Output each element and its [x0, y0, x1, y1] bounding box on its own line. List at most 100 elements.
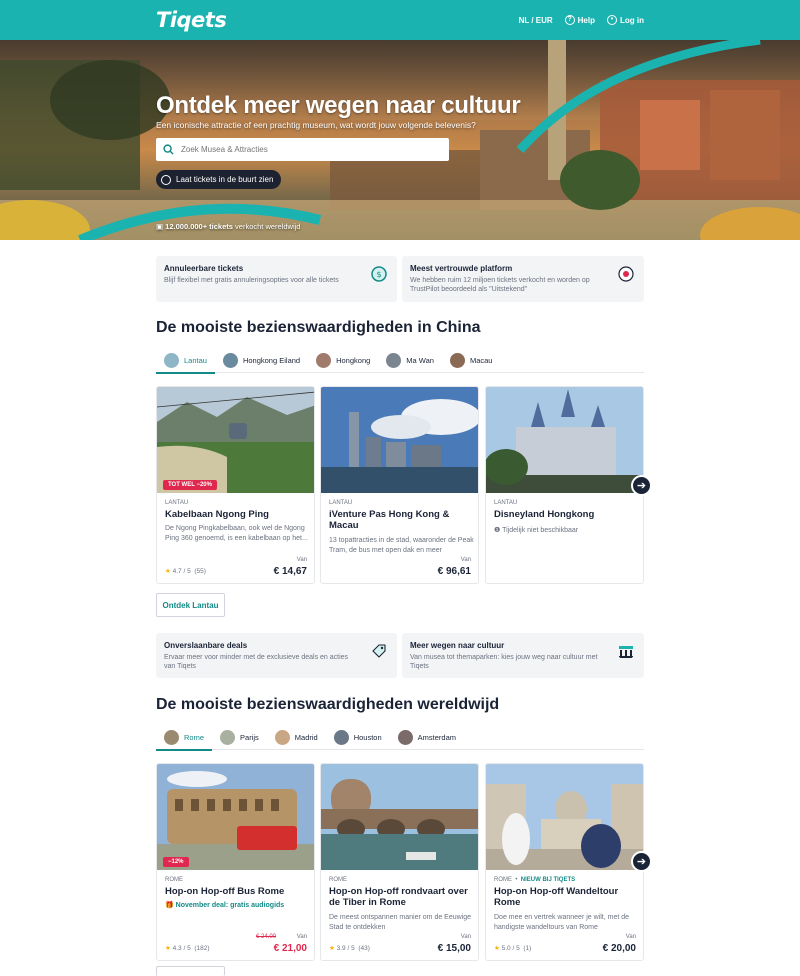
- explore-rome-button-partial[interactable]: [156, 966, 225, 976]
- tab-hongkong[interactable]: Hongkong: [308, 347, 378, 373]
- tab-label: Lantau: [184, 355, 207, 365]
- tab-lantau[interactable]: Lantau: [156, 347, 215, 374]
- product-price: € 20,00: [602, 943, 636, 954]
- product-card[interactable]: LANTAU iVenture Pas Hong Kong & Macau 13…: [320, 386, 479, 584]
- usp-culture: Meer wegen naar cultuur Van musea tot th…: [402, 633, 644, 678]
- unavailable-note: ❶ Tijdelijk niet beschikbaar: [494, 526, 639, 536]
- tab-label: Madrid: [294, 732, 318, 742]
- hero-subtitle: Een iconische attractie of een prachtig …: [156, 120, 476, 130]
- tab-ma-wan[interactable]: Ma Wan: [378, 347, 442, 373]
- price-from-label: Van: [296, 557, 307, 563]
- product-price: € 15,00: [437, 943, 471, 954]
- hongkong-thumb: [316, 352, 332, 368]
- deal-note: 🎁 November deal: gratis audiogids: [165, 901, 284, 909]
- review-count: (55): [194, 568, 206, 575]
- product-card[interactable]: ROME Hop-on Hop-off rondvaart over de Ti…: [320, 763, 479, 961]
- usp-desc: We hebben ruim 12 miljoen tickets verkoc…: [410, 277, 590, 293]
- tiqets-logo[interactable]: Tiqets: [156, 8, 227, 32]
- star-icon: ★: [165, 568, 171, 575]
- header-actions: NL / EUR ? Help • Log in: [519, 15, 644, 25]
- product-image: [321, 387, 478, 493]
- sold-suffix: verkocht wereldwijd: [235, 222, 301, 231]
- review-count: (1): [523, 945, 532, 952]
- tab-label: Ma Wan: [406, 355, 434, 365]
- svg-text:$: $: [376, 270, 381, 279]
- tag-icon: [372, 644, 386, 658]
- product-name: Disneyland Hongkong: [494, 509, 595, 520]
- china-city-tabs: Lantau Hongkong Eiland Hongkong Ma Wan M…: [156, 347, 644, 374]
- product-name: Hop-on Hop-off rondvaart over de Tiber i…: [329, 886, 468, 908]
- user-icon: •: [607, 15, 617, 25]
- price-from-label: Van: [625, 934, 636, 940]
- nearby-tickets-button[interactable]: Laat tickets in de buurt zien: [156, 170, 282, 189]
- carousel-next-button[interactable]: ➔: [631, 851, 652, 872]
- usp-desc: Blijf flexibel met gratis annuleringsopt…: [164, 277, 339, 284]
- product-price: € 21,00: [273, 943, 307, 954]
- tab-label: Rome: [184, 732, 205, 742]
- product-card[interactable]: LANTAU Disneyland Hongkong ❶ Tijdelijk n…: [485, 386, 644, 584]
- carousel-next-button[interactable]: ➔: [631, 475, 652, 496]
- product-price: € 14,67: [273, 566, 307, 577]
- product-description: Doe mee en vertrek wanneer je wilt, met …: [494, 914, 630, 931]
- language-currency-selector[interactable]: NL / EUR: [519, 16, 553, 25]
- location-icon: [161, 174, 171, 185]
- product-description: 13 topattracties in de stad, waaronder d…: [329, 537, 474, 554]
- tab-label: Amsterdam: [417, 732, 456, 742]
- parijs-thumb: [220, 729, 236, 745]
- help-icon: ?: [564, 15, 575, 25]
- product-location: LANTAU: [165, 500, 189, 506]
- tab-label: Hongkong: [336, 355, 371, 365]
- usp-cancellable: Annuleerbare tickets Blijf flexibel met …: [156, 256, 397, 302]
- search-input[interactable]: [181, 145, 421, 154]
- help-label: Help: [577, 15, 595, 25]
- tab-label: Macau: [469, 355, 493, 365]
- deal-label: November deal: gratis audiogids: [175, 902, 285, 909]
- product-card[interactable]: ROME • NIEUW BIJ TIQETS Hop-on Hop-off W…: [485, 763, 644, 961]
- tab-amsterdam[interactable]: Amsterdam: [390, 724, 464, 750]
- museum-icon: [619, 646, 633, 658]
- tab-madrid[interactable]: Madrid: [267, 724, 326, 750]
- rome-thumb: [164, 729, 179, 745]
- lantau-thumb: [164, 352, 179, 368]
- info-icon: ❶: [494, 527, 501, 534]
- rating-value: 4.7 / 5: [172, 568, 191, 575]
- tab-label: Houston: [353, 732, 382, 742]
- tab-hongkong-eiland[interactable]: Hongkong Eiland: [215, 347, 308, 373]
- unavailable-label: Tijdelijk niet beschikbaar: [502, 527, 579, 534]
- tab-macau[interactable]: Macau: [442, 347, 501, 373]
- product-rating: ★ 5.0 / 5 (1): [494, 944, 531, 952]
- amsterdam-thumb: [397, 729, 413, 745]
- tab-rome[interactable]: Rome: [156, 724, 213, 751]
- product-rating: ★ 4.3 / 5 (182): [165, 944, 210, 952]
- arrow-right-icon: ➔: [636, 856, 647, 868]
- houston-thumb: [333, 729, 349, 745]
- product-location-row: ROME • NIEUW BIJ TIQETS: [494, 877, 576, 883]
- explore-lantau-button[interactable]: Ontdek Lantau: [156, 593, 225, 617]
- star-icon: ★: [165, 945, 171, 952]
- tab-parijs[interactable]: Parijs: [212, 724, 267, 750]
- product-location: ROME: [329, 877, 347, 883]
- review-count: (182): [194, 945, 210, 952]
- usp-desc: Ervaar meer voor minder met de exclusiev…: [164, 654, 349, 670]
- product-location: ROME: [165, 877, 183, 883]
- rating-value: 3.9 / 5: [336, 945, 355, 952]
- review-count: (43): [358, 945, 370, 952]
- product-card[interactable]: −12% ROME Hop-on Hop-off Bus Rome 🎁 Nove…: [156, 763, 315, 961]
- tickets-sold-text: ▣ 12.000.000+ tickets verkocht wereldwij…: [156, 222, 301, 231]
- product-card[interactable]: TOT WEL −20% LANTAU Kabelbaan Ngong Ping…: [156, 386, 315, 584]
- price-from-label: Van: [460, 934, 471, 940]
- usp-title: Annuleerbare tickets: [164, 264, 244, 273]
- product-location: LANTAU: [329, 500, 353, 506]
- world-section-heading: De mooiste bezienswaardigheden wereldwij…: [156, 696, 500, 713]
- help-link[interactable]: ? Help: [564, 15, 595, 25]
- product-description: De meest ontspannen manier om de Eeuwige…: [329, 914, 472, 931]
- tab-houston[interactable]: Houston: [326, 724, 390, 750]
- world-city-tabs: Rome Parijs Madrid Houston Amsterdam: [156, 724, 644, 751]
- login-label: Log in: [620, 15, 644, 25]
- star-icon: ★: [494, 945, 500, 952]
- search-box[interactable]: [156, 138, 449, 161]
- login-link[interactable]: • Log in: [607, 15, 644, 25]
- rating-value: 4.3 / 5: [172, 945, 191, 952]
- new-tag: NIEUW BIJ TIQETS: [520, 877, 576, 883]
- product-price: € 96,61: [437, 566, 471, 577]
